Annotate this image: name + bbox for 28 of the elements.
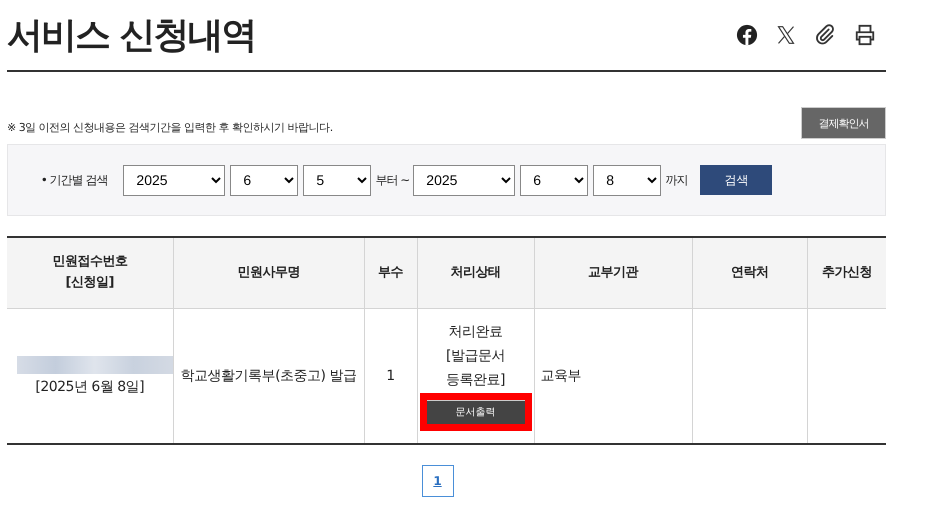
search-label: • 기간별 검색: [40, 172, 108, 188]
column-header: 교부기관: [534, 237, 692, 308]
column-header: 민원접수번호 [신청일]: [7, 237, 173, 308]
column-header: 추가신청: [807, 237, 886, 308]
x-logo-icon[interactable]: [776, 25, 796, 45]
date-select[interactable]: 2025: [413, 164, 516, 196]
page-button[interactable]: 1: [422, 465, 454, 497]
column-header: 민원사무명: [173, 237, 364, 308]
date-select[interactable]: 6: [520, 164, 588, 196]
print-icon[interactable]: [854, 24, 876, 46]
date-select[interactable]: 8: [593, 164, 662, 196]
date-select[interactable]: 5: [303, 164, 372, 196]
column-header: 연락처: [692, 237, 807, 308]
facebook-icon[interactable]: [736, 24, 758, 46]
notice-text: ※ 3일 이전의 신청내용은 검색기간을 입력한 후 확인하시기 바랍니다.: [7, 120, 333, 134]
paperclip-icon[interactable]: [814, 24, 836, 46]
to-label: 까지: [665, 172, 688, 188]
date-select[interactable]: 6: [230, 164, 298, 196]
date-select[interactable]: 2025: [123, 164, 226, 196]
search-button[interactable]: 검색: [700, 165, 772, 195]
from-label: 부터 ~: [375, 172, 410, 188]
page-title: 서비스 신청내역: [7, 14, 256, 58]
receipt-button[interactable]: 결제확인서: [801, 107, 886, 139]
column-header: 부수: [364, 237, 417, 308]
table-cell: [2025년 6월 8일]: [35, 378, 144, 396]
print-document-button[interactable]: 문서출력: [426, 400, 524, 424]
status-text: 처리완료 [발급문서 등록완료]: [446, 323, 505, 390]
column-header: 처리상태: [417, 237, 534, 308]
